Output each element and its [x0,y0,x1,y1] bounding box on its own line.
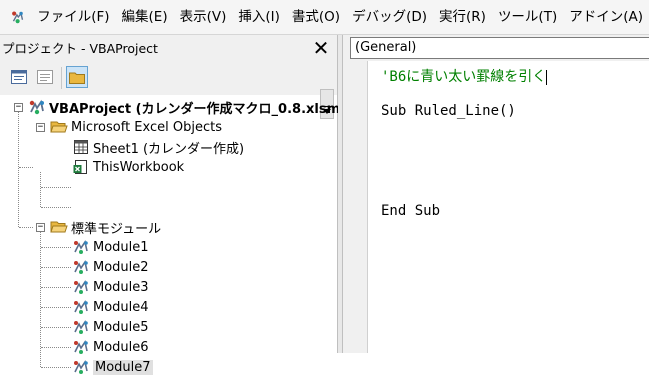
collapse-icon[interactable]: − [14,103,23,112]
menu-bar: ファイル(F) 編集(E) 表示(V) 挿入(I) 書式(O) デバッグ(D) … [0,0,649,35]
close-icon[interactable]: ✕ [311,38,331,58]
tree-connector [41,327,71,328]
tree-connector [40,172,41,207]
tree-connector [41,207,71,208]
menu-format[interactable]: 書式(O) [286,0,346,34]
menu-debug[interactable]: デバッグ(D) [346,0,433,34]
collapse-icon[interactable]: − [36,223,45,232]
tree-item-vbaproject[interactable]: VBAProject (カレンダー作成マクロ_0.8.xlsm) [28,97,346,117]
tree-connector [18,112,19,227]
tree-connector [41,267,71,268]
tree-connector [41,187,71,188]
project-explorer-title: プロジェクト - VBAProject [2,41,158,56]
tree-item-thisworkbook[interactable]: ThisWorkbook [72,157,184,177]
worksheet-icon [74,140,88,154]
tree-item-label: Module4 [93,299,149,315]
tree-item-label: 標準モジュール [71,221,162,237]
tree-item-standard-modules[interactable]: 標準モジュール [50,217,161,237]
open-folder-icon [50,121,68,133]
menu-edit[interactable]: 編集(E) [116,0,174,34]
tree-item-label: Sheet1 (カレンダー作成) [93,141,245,157]
view-object-icon [37,70,53,84]
tree-item-module6[interactable]: Module6 [72,337,149,357]
project-explorer-header: プロジェクト - VBAProject ✕ [0,35,337,61]
tree-connector [41,247,71,248]
menu-view[interactable]: 表示(V) [174,0,233,34]
tree-item-label: Module1 [93,239,149,255]
code-window: (General) 'B6に青い太い罫線を引く Sub Ruled_Line()… [343,35,649,353]
code-line-comment: 'B6に青い太い罫線を引く [381,69,548,85]
tree-connector [41,367,71,368]
view-object-button[interactable] [34,66,56,88]
toolbar-separator [61,67,62,89]
menu-tools[interactable]: ツール(T) [492,0,563,34]
tree-item-label: Module6 [93,339,149,355]
tree-item-module5[interactable]: Module5 [72,317,149,337]
menu-addins[interactable]: アドイン(A) [563,0,649,34]
code-line-end-sub: End Sub [381,203,441,219]
tree-item-sheet1[interactable]: Sheet1 (カレンダー作成) [72,137,244,157]
tree-item-module7[interactable]: Module7 [72,357,153,377]
folder-icon [69,72,85,84]
code-window-header: (General) [343,35,649,61]
tree-connector [19,167,33,168]
open-folder-icon [50,221,68,233]
tree-connector [41,307,71,308]
project-toolbar [0,61,337,119]
tree-item-label: Microsoft Excel Objects [71,119,222,135]
toggle-folders-button[interactable] [66,66,88,88]
tree-item-excel-objects[interactable]: Microsoft Excel Objects [50,117,222,137]
module-icon [74,279,88,294]
tree-item-module3[interactable]: Module3 [72,277,149,297]
tree-item-label: VBAProject (カレンダー作成マクロ_0.8.xlsm) [49,101,347,117]
vba-project-icon [29,99,44,115]
tree-connector [41,287,71,288]
module-icon [74,359,88,374]
tree-connector [41,347,71,348]
tree-item-module4[interactable]: Module4 [72,297,149,317]
tree-connector [19,227,33,228]
tree-item-label: Module2 [93,259,149,275]
module-icon [74,259,88,274]
collapse-icon[interactable]: − [36,123,45,132]
project-explorer: プロジェクト - VBAProject ✕ − VBAProject (カレンダ… [0,35,346,375]
tree-item-module1[interactable]: Module1 [72,237,149,257]
tree-item-label: Module3 [93,279,149,295]
menu-run[interactable]: 実行(R) [433,0,492,34]
module-icon [74,339,88,354]
view-code-icon [11,70,27,84]
project-tree: − VBAProject (カレンダー作成マクロ_0.8.xlsm) − Mic… [0,95,346,375]
workbook-icon [73,160,87,174]
text-caret [546,69,548,85]
tree-item-label: Module5 [93,319,149,335]
module-icon [74,319,88,334]
view-code-button[interactable] [8,66,30,88]
tree-item-label: ThisWorkbook [93,159,185,175]
tree-item-label-selected: Module7 [93,359,153,375]
code-margin[interactable] [343,61,368,353]
module-icon [74,299,88,314]
vba-app-icon [12,11,24,24]
code-line-sub: Sub Ruled_Line() [381,103,516,119]
tree-item-module2[interactable]: Module2 [72,257,149,277]
menu-file[interactable]: ファイル(F) [35,0,115,34]
menu-insert[interactable]: 挿入(I) [232,0,286,34]
module-icon [74,239,88,254]
object-dropdown[interactable]: (General) [350,37,649,59]
